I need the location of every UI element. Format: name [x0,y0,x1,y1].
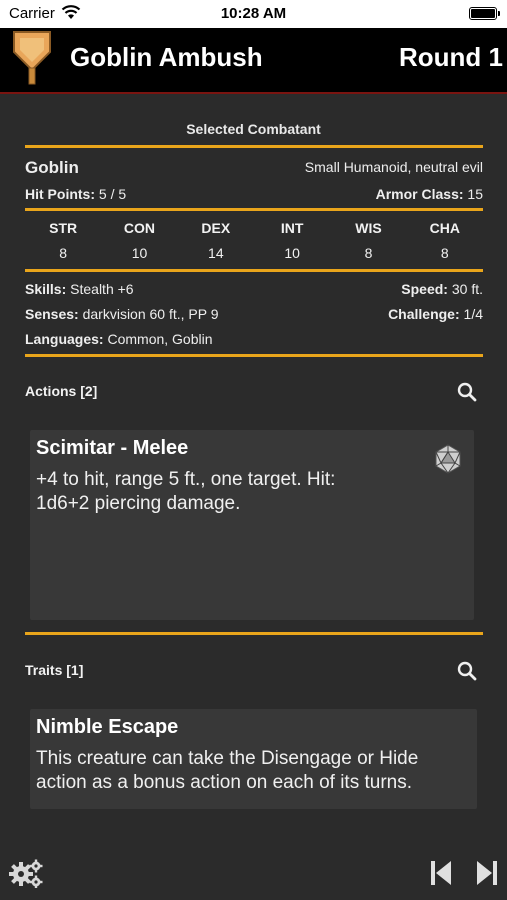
speed-value: 30 ft. [451,281,483,297]
action-description-line: +4 to hit, range 5 ft., one target. Hit: [36,469,336,490]
gear-icon[interactable] [8,858,44,888]
encounter-header: Goblin Ambush Round 1 [0,28,507,94]
search-icon[interactable] [456,381,478,403]
skip-back-icon[interactable] [430,860,452,886]
ability-int: INT 10 [280,220,304,261]
ability-wis: WIS 8 [355,220,382,261]
languages-label: Languages: [25,331,104,347]
trait-description: This creature can take the Disengage or … [36,747,418,795]
d20-icon[interactable] [433,444,463,474]
round-counter: Round 1 [399,42,503,72]
skills-value: Stealth +6 [70,281,134,297]
trait-card[interactable]: Nimble Escape This creature can take the… [30,709,477,809]
traits-header: Traits [1] [25,662,84,678]
search-icon[interactable] [456,660,478,682]
hp-value: 5 / 5 [98,186,127,202]
status-bar: Carrier 10:28 AM [0,0,507,28]
ability-cha: CHA 8 [429,220,460,261]
divider [25,632,483,635]
trait-title: Nimble Escape [36,716,179,738]
skip-forward-icon[interactable] [476,860,498,886]
ability-str: STR 8 [49,220,78,261]
divider [25,269,483,272]
actions-header: Actions [2] [25,383,98,399]
challenge-label: Challenge: [388,306,460,322]
languages-value: Common, Goblin [107,331,213,347]
combatant-type: Small Humanoid, neutral evil [304,159,483,175]
senses-label: Senses: [25,306,79,322]
challenge-value: 1/4 [463,306,483,322]
trait-description-line: action as a bonus action on each of its … [36,772,413,793]
action-title: Scimitar - Melee [36,437,189,459]
selected-combatant-heading: Selected Combatant [186,121,321,137]
ac-value: 15 [467,186,483,202]
speed-label: Speed: [401,281,448,297]
divider [25,354,483,357]
senses-value: darkvision 60 ft., PP 9 [82,306,219,322]
ability-con: CON 10 [123,220,156,261]
shield-icon[interactable] [12,30,52,86]
trait-description-line: This creature can take the Disengage or … [36,748,419,769]
divider [25,208,483,211]
action-description-line: 1d6+2 piercing damage. [36,493,241,514]
encounter-title: Goblin Ambush [70,42,263,72]
ability-scores: STR 8 CON 10 DEX 14 INT 10 WIS 8 CHA 8 [25,220,483,261]
clock: 10:28 AM [220,5,287,22]
divider [25,145,483,148]
combatant-name: Goblin [25,158,79,177]
skills-label: Skills: [25,281,67,297]
battery-icon [469,7,500,20]
ac-label: Armor Class: [375,186,464,202]
ability-dex: DEX 14 [201,220,231,261]
hp-label: Hit Points: [25,186,95,202]
action-description: +4 to hit, range 5 ft., one target. Hit:… [36,468,335,516]
bottom-toolbar [0,850,507,900]
action-card[interactable]: Scimitar - Melee +4 to hit, range 5 ft.,… [30,430,474,620]
